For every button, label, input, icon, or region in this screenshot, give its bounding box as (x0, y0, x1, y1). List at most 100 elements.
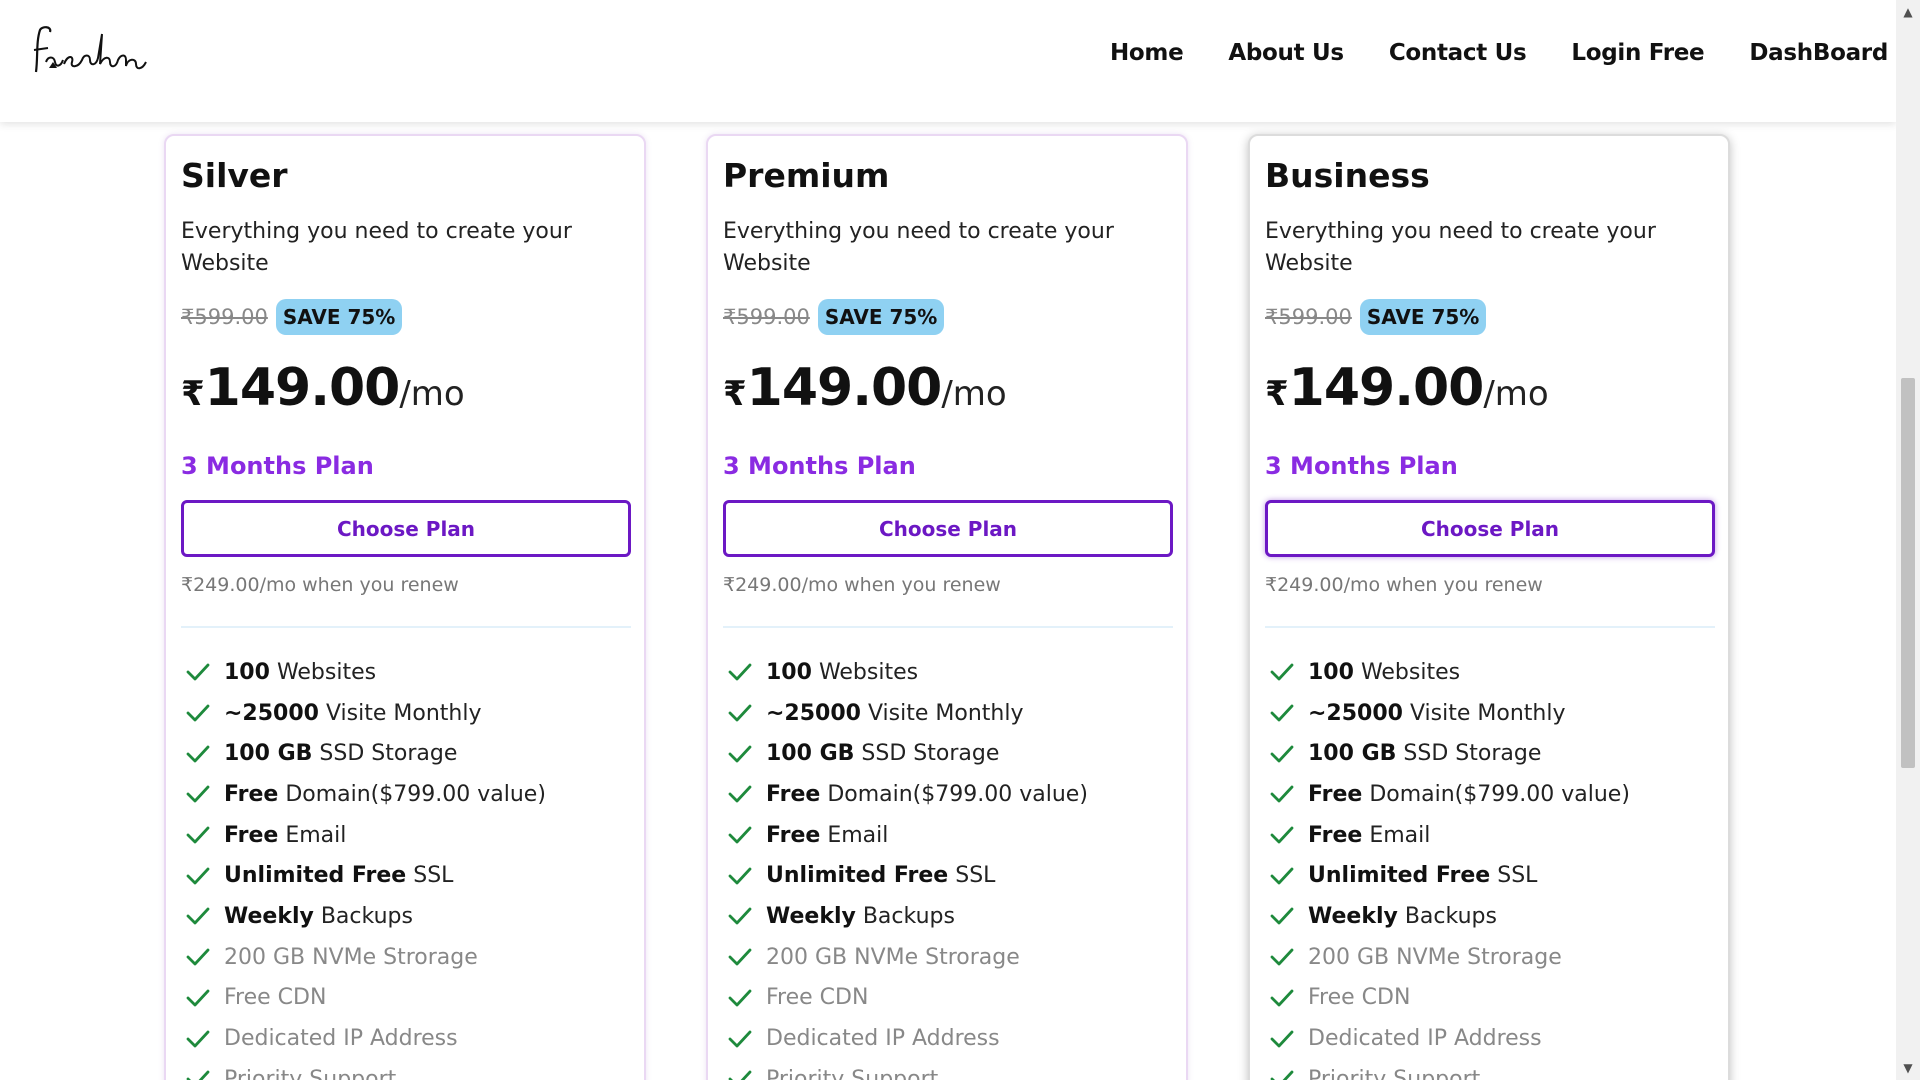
feature-item: Free Email (723, 815, 1173, 856)
check-icon (1269, 743, 1299, 765)
check-icon (185, 1028, 215, 1050)
price-period: /mo (941, 374, 1007, 414)
pricing-cards: Silver Everything you need to create your… (0, 0, 1896, 1080)
feature-item: Weekly Backups (1265, 896, 1715, 937)
nav-login-free[interactable]: Login Free (1571, 40, 1704, 66)
feature-item: Priority Support (723, 1059, 1173, 1080)
feature-highlight: 100 GB (224, 741, 313, 767)
check-icon (727, 905, 757, 927)
feature-item: Free Email (1265, 815, 1715, 856)
price-period: /mo (399, 374, 465, 414)
feature-text: Domain($799.00 value) (827, 781, 1088, 807)
feature-item: Free Email (181, 815, 631, 856)
check-icon (185, 824, 215, 846)
feature-item: ~25000 Visite Monthly (1265, 693, 1715, 734)
feature-text: Dedicated IP Address (766, 1026, 1000, 1052)
plan-term: 3 Months Plan (723, 452, 916, 480)
feature-highlight: ~25000 (224, 700, 319, 726)
feature-text: 200 GB NVMe Strorage (1308, 944, 1562, 970)
feature-text: Priority Support (224, 1066, 397, 1080)
plan-description: Everything you need to create your Websi… (1265, 219, 1656, 276)
feature-text: 200 GB NVMe Strorage (766, 944, 1020, 970)
feature-highlight: Unlimited Free (766, 863, 949, 889)
feature-item: Weekly Backups (723, 896, 1173, 937)
choose-plan-button[interactable]: Choose Plan (181, 500, 631, 557)
feature-item: Dedicated IP Address (723, 1018, 1173, 1059)
check-icon (727, 865, 757, 887)
feature-highlight: Weekly (766, 903, 856, 929)
feature-item: 200 GB NVMe Strorage (181, 937, 631, 978)
check-icon (1269, 987, 1299, 1009)
feature-text: Domain($799.00 value) (1369, 781, 1630, 807)
check-icon (727, 661, 757, 683)
feature-item: Unlimited Free SSL (1265, 855, 1715, 896)
feature-text: Dedicated IP Address (224, 1026, 458, 1052)
price-currency: ₹ (181, 374, 205, 414)
check-icon (727, 987, 757, 1009)
price-amount: 149.00 (746, 358, 943, 418)
feature-text: Backups (320, 903, 413, 929)
choose-plan-button[interactable]: Choose Plan (723, 500, 1173, 557)
check-icon (1269, 946, 1299, 968)
feature-text: SSL (955, 863, 996, 889)
feature-item: Free Domain($799.00 value) (181, 774, 631, 815)
plan-card-silver: Silver Everything you need to create your… (164, 134, 646, 1080)
check-icon (185, 661, 215, 683)
logo-mark (33, 26, 147, 73)
plan-card-business: Business Everything you need to create yo… (1248, 134, 1730, 1080)
feature-text: Websites (1360, 659, 1461, 685)
price-currency: ₹ (1265, 374, 1289, 414)
feature-highlight: 100 (1308, 659, 1354, 685)
nav-contact-us[interactable]: Contact Us (1389, 40, 1527, 66)
choose-plan-button[interactable]: Choose Plan (1265, 500, 1715, 557)
feature-item: 200 GB NVMe Strorage (723, 937, 1173, 978)
discount-row: ₹599.00 SAVE 75% (1265, 299, 1487, 335)
check-icon (185, 702, 215, 724)
check-icon (727, 824, 757, 846)
check-icon (727, 946, 757, 968)
feature-text: Free CDN (766, 985, 869, 1011)
page-scrollbar[interactable]: ▲ ▼ (1896, 0, 1920, 1080)
feature-text: Email (285, 822, 347, 848)
scroll-thumb[interactable] (1901, 378, 1915, 768)
feature-highlight: ~25000 (1308, 700, 1403, 726)
feature-item: 100 GB SSD Storage (181, 733, 631, 774)
current-price: ₹149.00/mo (723, 358, 1007, 418)
save-badge: SAVE 75% (1359, 299, 1487, 335)
feature-text: Backups (862, 903, 955, 929)
feature-text: Free CDN (224, 985, 327, 1011)
feature-highlight: 100 (766, 659, 812, 685)
nav-about-us[interactable]: About Us (1228, 40, 1344, 66)
feature-highlight: Free (224, 781, 279, 807)
scroll-up-arrow-icon[interactable]: ▲ (1896, 4, 1920, 20)
feature-item: Dedicated IP Address (1265, 1018, 1715, 1059)
freelance-logo[interactable] (30, 22, 160, 82)
feature-highlight: Weekly (224, 903, 314, 929)
feature-item: Free CDN (181, 978, 631, 1019)
plan-description: Everything you need to create your Websi… (723, 219, 1114, 276)
scroll-down-arrow-icon[interactable]: ▼ (1896, 1060, 1920, 1076)
current-price: ₹149.00/mo (181, 358, 465, 418)
feature-highlight: 100 GB (766, 741, 855, 767)
check-icon (185, 743, 215, 765)
old-price: ₹599.00 (723, 305, 810, 329)
nav-home[interactable]: Home (1110, 40, 1184, 66)
feature-item: ~25000 Visite Monthly (723, 693, 1173, 734)
check-icon (1269, 865, 1299, 887)
check-icon (1269, 783, 1299, 805)
feature-text: SSL (1497, 863, 1538, 889)
feature-item: Dedicated IP Address (181, 1018, 631, 1059)
check-icon (1269, 661, 1299, 683)
plan-card-premium: Premium Everything you need to create you… (706, 134, 1188, 1080)
discount-row: ₹599.00 SAVE 75% (723, 299, 945, 335)
feature-text: Domain($799.00 value) (285, 781, 546, 807)
feature-item: Free CDN (1265, 978, 1715, 1019)
feature-text: Free CDN (1308, 985, 1411, 1011)
check-icon (185, 905, 215, 927)
feature-highlight: Free (224, 822, 279, 848)
old-price: ₹599.00 (1265, 305, 1352, 329)
feature-text: Visite Monthly (325, 700, 482, 726)
feature-text: SSL (413, 863, 454, 889)
nav-dashboard[interactable]: DashBoard (1749, 40, 1888, 66)
check-icon (1269, 905, 1299, 927)
